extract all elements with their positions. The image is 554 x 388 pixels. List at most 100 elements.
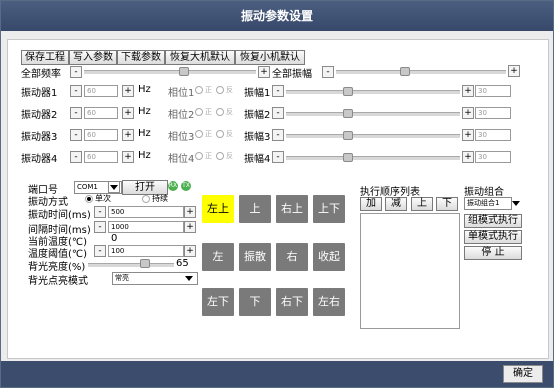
dir-collapse-button[interactable]: 收起 <box>313 243 345 271</box>
vibration-time-input[interactable]: 500 <box>108 206 184 218</box>
exec-move-down-button[interactable]: 下 <box>436 197 458 211</box>
stop-button[interactable]: 停 止 <box>464 246 522 260</box>
restore-small-default-button[interactable]: 恢复小机默认 <box>235 50 305 65</box>
all-frequency-slider[interactable] <box>84 70 256 74</box>
amplitude-thumb[interactable] <box>343 109 353 118</box>
dir-down-button[interactable]: 下 <box>239 288 271 316</box>
amplitude-plus-button[interactable]: + <box>462 107 474 119</box>
amplitude-slider[interactable] <box>286 156 460 160</box>
phase-label: 相位4 <box>168 154 195 165</box>
all-frequency-plus-button[interactable]: + <box>258 66 270 78</box>
temperature-threshold-plus-button[interactable]: + <box>184 245 196 257</box>
frequency-plus-button[interactable]: + <box>122 85 134 97</box>
backlight-brightness-thumb[interactable] <box>140 259 150 268</box>
phase-positive-radio[interactable] <box>195 152 203 160</box>
phase-negative-label: 反 <box>226 86 233 94</box>
dir-up-down-button[interactable]: 上下 <box>313 195 345 223</box>
phase-positive-label: 正 <box>205 86 212 94</box>
all-amplitude-minus-button[interactable]: - <box>322 66 334 78</box>
amplitude-minus-button[interactable]: - <box>272 85 284 97</box>
amplitude-thumb[interactable] <box>343 131 353 140</box>
exec-add-button[interactable]: 加 <box>360 197 382 211</box>
phase-positive-radio[interactable] <box>195 86 203 94</box>
temperature-threshold-input[interactable]: 100 <box>108 245 184 257</box>
amplitude-input[interactable]: 30 <box>475 85 511 97</box>
interval-time-plus-button[interactable]: + <box>184 221 196 233</box>
amplitude-thumb[interactable] <box>343 153 353 162</box>
port-dropdown-button[interactable] <box>108 181 120 193</box>
group-mode-execute-button[interactable]: 组模式执行 <box>464 214 522 228</box>
dir-right-button[interactable]: 右 <box>276 243 308 271</box>
chevron-down-icon <box>110 185 118 190</box>
phase-negative-radio[interactable] <box>216 86 224 94</box>
amplitude-minus-button[interactable]: - <box>272 107 284 119</box>
restore-large-default-button[interactable]: 恢复大机默认 <box>165 50 235 65</box>
phase-negative-radio[interactable] <box>216 108 224 116</box>
amplitude-input[interactable]: 30 <box>475 151 511 163</box>
amplitude-thumb[interactable] <box>343 87 353 96</box>
frequency-plus-button[interactable]: + <box>122 129 134 141</box>
all-frequency-thumb[interactable] <box>179 67 189 76</box>
dir-left-right-button[interactable]: 左右 <box>313 288 345 316</box>
frequency-input[interactable]: 60 <box>84 85 118 97</box>
all-frequency-minus-button[interactable]: - <box>70 66 82 78</box>
dir-up-button[interactable]: 上 <box>239 195 271 223</box>
dir-up-left-button[interactable]: 左上 <box>202 195 234 223</box>
frequency-input[interactable]: 60 <box>84 129 118 141</box>
rx-indicator-icon: RX <box>168 181 178 191</box>
frequency-minus-button[interactable]: - <box>70 151 82 163</box>
phase-negative-radio[interactable] <box>216 152 224 160</box>
dir-left-button[interactable]: 左 <box>202 243 234 271</box>
all-amplitude-thumb[interactable] <box>400 67 410 76</box>
save-project-button[interactable]: 保存工程 <box>21 50 69 65</box>
backlight-mode-label: 背光点亮模式 <box>28 276 88 287</box>
dir-down-right-button[interactable]: 右下 <box>276 288 308 316</box>
vibration-time-plus-button[interactable]: + <box>184 206 196 218</box>
mode-continuous-radio[interactable] <box>142 195 150 203</box>
amplitude-minus-button[interactable]: - <box>272 129 284 141</box>
temperature-threshold-minus-button[interactable]: - <box>94 245 106 257</box>
phase-positive-radio[interactable] <box>195 130 203 138</box>
frequency-plus-button[interactable]: + <box>122 151 134 163</box>
single-mode-execute-button[interactable]: 单模式执行 <box>464 230 522 244</box>
frequency-minus-button[interactable]: - <box>70 129 82 141</box>
vibration-combo-select[interactable]: 振动组合1 <box>464 197 512 210</box>
amplitude-plus-button[interactable]: + <box>462 129 474 141</box>
chevron-down-icon <box>512 201 520 206</box>
download-params-button[interactable]: 下载参数 <box>117 50 165 65</box>
all-amplitude-plus-button[interactable]: + <box>508 65 520 77</box>
interval-time-input[interactable]: 1000 <box>108 221 184 233</box>
frequency-minus-button[interactable]: - <box>70 107 82 119</box>
exec-order-list[interactable] <box>360 213 460 329</box>
amplitude-plus-button[interactable]: + <box>462 151 474 163</box>
amplitude-minus-button[interactable]: - <box>272 151 284 163</box>
backlight-brightness-label: 背光亮度(%) <box>28 262 86 273</box>
backlight-brightness-slider[interactable] <box>88 263 174 267</box>
interval-time-minus-button[interactable]: - <box>94 221 106 233</box>
mode-single-radio[interactable] <box>85 195 93 203</box>
amplitude-input[interactable]: 30 <box>475 107 511 119</box>
exec-remove-button[interactable]: 减 <box>385 197 407 211</box>
frequency-plus-button[interactable]: + <box>122 107 134 119</box>
dir-spread-button[interactable]: 振散 <box>239 243 271 271</box>
amplitude-slider[interactable] <box>286 134 460 138</box>
amplitude-plus-button[interactable]: + <box>462 85 474 97</box>
dir-up-right-button[interactable]: 右上 <box>276 195 308 223</box>
vibration-time-minus-button[interactable]: - <box>94 206 106 218</box>
phase-negative-radio[interactable] <box>216 130 224 138</box>
all-amplitude-slider[interactable] <box>336 70 506 74</box>
frequency-minus-button[interactable]: - <box>70 85 82 97</box>
phase-positive-radio[interactable] <box>195 108 203 116</box>
amplitude-input[interactable]: 30 <box>475 129 511 141</box>
frequency-input[interactable]: 60 <box>84 107 118 119</box>
phase-positive-label: 正 <box>205 152 212 160</box>
exec-move-up-button[interactable]: 上 <box>411 197 433 211</box>
frequency-input[interactable]: 60 <box>84 151 118 163</box>
amplitude-slider[interactable] <box>286 90 460 94</box>
phase-label: 相位1 <box>168 88 195 99</box>
amplitude-slider[interactable] <box>286 112 460 116</box>
all-frequency-label: 全部频率 <box>21 69 61 80</box>
write-params-button[interactable]: 写入参数 <box>69 50 117 65</box>
ok-button[interactable]: 确定 <box>503 365 543 383</box>
dir-down-left-button[interactable]: 左下 <box>202 288 234 316</box>
